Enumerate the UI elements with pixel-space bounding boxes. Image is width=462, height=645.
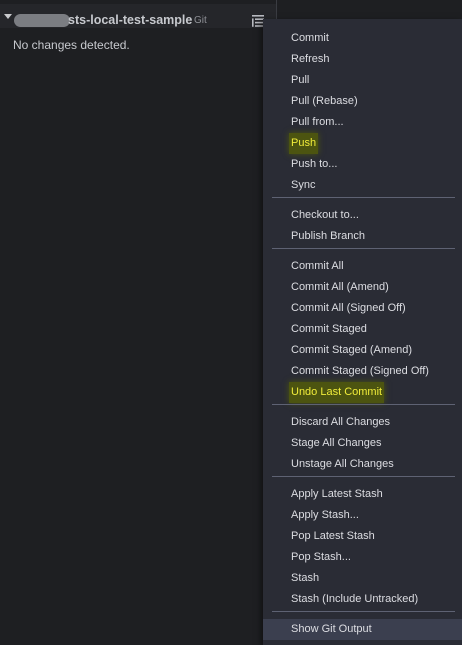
menu-item-sync[interactable]: Sync (263, 175, 462, 196)
menu-item-commit[interactable]: Commit (263, 28, 462, 49)
menu-item-stash[interactable]: Stash (263, 568, 462, 589)
menu-item-show-git-output[interactable]: Show Git Output (263, 619, 462, 640)
menu-item-push-to[interactable]: Push to... (263, 154, 462, 175)
menu-item-pull-from[interactable]: Pull from... (263, 112, 462, 133)
menu-item-label: Commit All (291, 260, 344, 272)
chevron-down-icon[interactable] (4, 14, 12, 19)
menu-item-checkout-to[interactable]: Checkout to... (263, 205, 462, 226)
menu-item-pull[interactable]: Pull (263, 70, 462, 91)
menu-item-undo-last-commit[interactable]: Undo Last Commit (263, 382, 462, 403)
menu-item-label: Apply Stash... (291, 509, 359, 521)
menu-item-commit-staged-amend[interactable]: Commit Staged (Amend) (263, 340, 462, 361)
menu-separator (272, 404, 455, 405)
menu-item-unstage-all-changes[interactable]: Unstage All Changes (263, 454, 462, 475)
menu-item-label: Publish Branch (291, 230, 365, 242)
menu-item-label: Sync (291, 179, 316, 191)
menu-item-commit-all-amend[interactable]: Commit All (Amend) (263, 277, 462, 298)
menu-item-label: Pull from... (291, 116, 344, 128)
menu-item-label: Discard All Changes (291, 416, 391, 428)
menu-item-discard-all-changes[interactable]: Discard All Changes (263, 412, 462, 433)
menu-separator (272, 611, 455, 612)
menu-item-stash-include-untracked[interactable]: Stash (Include Untracked) (263, 589, 462, 610)
context-menu: Commit Refresh Pull Pull (Rebase) Pull from.… (263, 19, 462, 645)
menu-item-publish-branch[interactable]: Publish Branch (263, 226, 462, 247)
menu-item-label: Commit All (Amend) (291, 281, 389, 293)
menu-item-commit-staged[interactable]: Commit Staged (263, 319, 462, 340)
menu-item-pop-stash[interactable]: Pop Stash... (263, 547, 462, 568)
menu-item-label: Pop Latest Stash (291, 530, 375, 542)
menu-item-label: Commit All (Signed Off) (291, 302, 406, 314)
menu-item-label: Pull (291, 74, 310, 86)
menu-separator (272, 476, 455, 477)
menu-item-refresh[interactable]: Refresh (263, 49, 462, 70)
menu-item-commit-all[interactable]: Commit All (263, 256, 462, 277)
menu-item-label: Commit Staged (291, 323, 367, 335)
menu-item-push[interactable]: Push (263, 133, 462, 154)
menu-item-label: Commit Staged (Signed Off) (291, 365, 429, 377)
panel-divider (276, 0, 277, 20)
menu-item-label: Stash (291, 572, 320, 584)
menu-separator (272, 197, 455, 198)
menu-item-label: Commit (291, 32, 329, 44)
menu-item-label: Push (289, 133, 319, 154)
menu-item-label: Stash (Include Untracked) (291, 593, 419, 605)
repository-name: sts-local-test-sample (68, 13, 193, 27)
repository-header[interactable]: sts-local-test-sample Git (0, 4, 276, 28)
menu-item-commit-all-signed-off[interactable]: Commit All (Signed Off) (263, 298, 462, 319)
menu-item-label: Apply Latest Stash (291, 488, 383, 500)
menu-item-label: Refresh (291, 53, 330, 65)
menu-item-label: Pull (Rebase) (291, 95, 358, 107)
status-message: No changes detected. (13, 38, 130, 52)
menu-item-label: Undo Last Commit (289, 382, 385, 403)
menu-item-label: Show Git Output (291, 623, 372, 635)
menu-item-apply-latest-stash[interactable]: Apply Latest Stash (263, 484, 462, 505)
menu-item-apply-stash[interactable]: Apply Stash... (263, 505, 462, 526)
menu-item-pop-latest-stash[interactable]: Pop Latest Stash (263, 526, 462, 547)
menu-item-label: Stage All Changes (291, 437, 382, 449)
menu-item-pull-rebase[interactable]: Pull (Rebase) (263, 91, 462, 112)
repository-provider: Git (194, 15, 207, 26)
menu-item-label: Pop Stash... (291, 551, 351, 563)
menu-item-label: Push to... (291, 158, 338, 170)
menu-separator (272, 248, 455, 249)
menu-item-label: Commit Staged (Amend) (291, 344, 413, 356)
menu-item-label: Unstage All Changes (291, 458, 394, 470)
redacted-text (14, 14, 70, 27)
menu-item-stage-all-changes[interactable]: Stage All Changes (263, 433, 462, 454)
menu-item-commit-staged-signed-off[interactable]: Commit Staged (Signed Off) (263, 361, 462, 382)
scm-view: sts-local-test-sample Git No changes det… (0, 0, 462, 645)
menu-item-label: Checkout to... (291, 209, 359, 221)
